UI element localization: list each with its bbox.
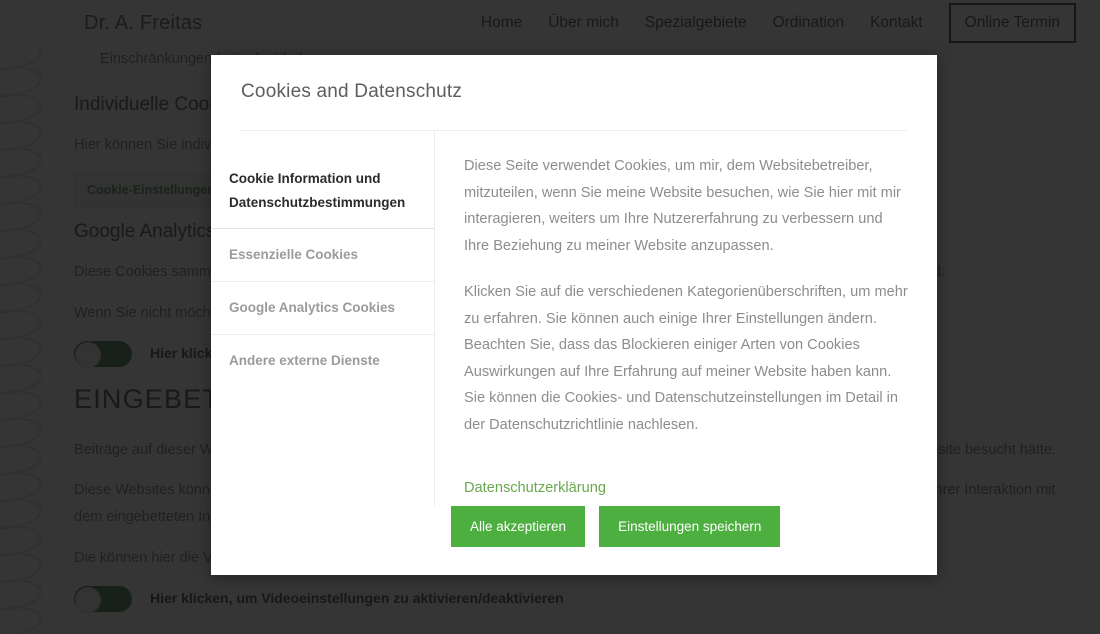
modal-footer: Alle akzeptieren Einstellungen speichern [211, 506, 937, 575]
tab-andere-externe-dienste[interactable]: Andere externe Dienste [211, 335, 434, 387]
accept-all-button[interactable]: Alle akzeptieren [451, 506, 586, 547]
tab-cookie-information[interactable]: Cookie Information und Datenschutzbestim… [211, 153, 434, 230]
tab-essenzielle-cookies[interactable]: Essenzielle Cookies [211, 229, 434, 282]
modal-tab-list: Cookie Information und Datenschutzbestim… [211, 131, 435, 506]
modal-body: Cookie Information und Datenschutzbestim… [211, 131, 937, 506]
cookie-consent-modal: Cookies and Datenschutz Cookie Informati… [211, 55, 937, 575]
tab-google-analytics-cookies[interactable]: Google Analytics Cookies [211, 282, 434, 335]
modal-paragraph-2: Klicken Sie auf die verschiedenen Katego… [464, 284, 908, 380]
datenschutzerklaerung-link[interactable]: Datenschutzerklärung [464, 480, 606, 496]
modal-header: Cookies and Datenschutz [211, 55, 937, 131]
modal-panel-content: Diese Seite verwendet Cookies, um mir, d… [435, 131, 937, 506]
modal-paragraph-1: Diese Seite verwendet Cookies, um mir, d… [464, 158, 901, 254]
save-settings-button[interactable]: Einstellungen speichern [599, 506, 781, 547]
modal-paragraph-3: Sie können die Cookies- und Datenschutze… [464, 390, 899, 433]
modal-title: Cookies and Datenschutz [241, 81, 463, 102]
